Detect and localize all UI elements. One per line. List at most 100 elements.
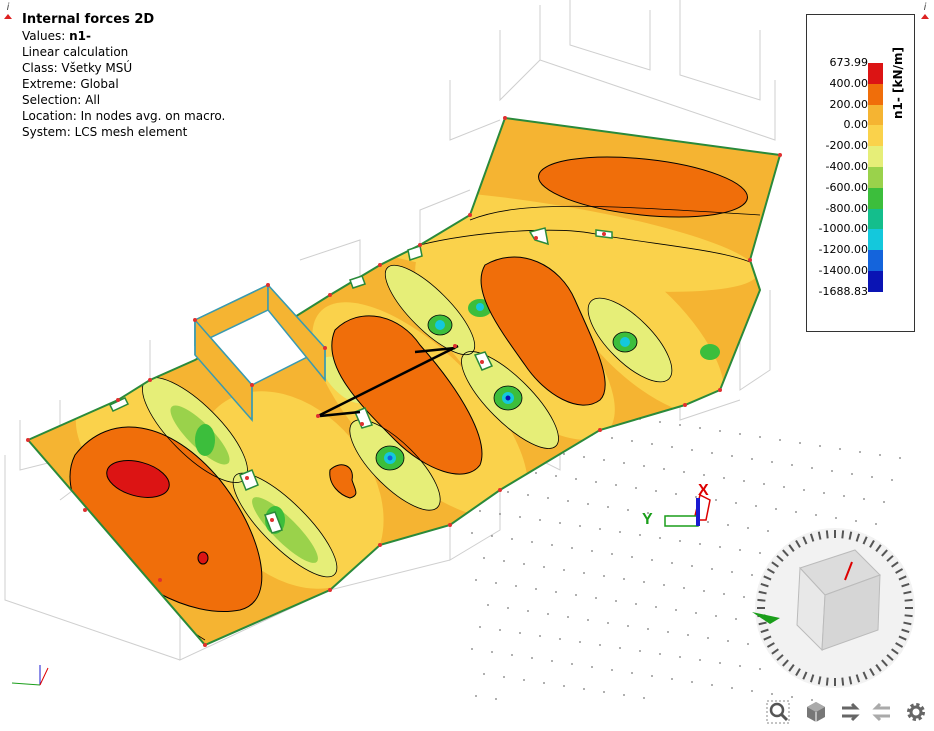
magnifier-icon[interactable] <box>766 700 790 724</box>
grid-dot <box>499 513 501 515</box>
grid-dot <box>875 523 877 525</box>
node-point[interactable] <box>378 263 382 267</box>
grid-dot <box>635 487 637 489</box>
grid-dot <box>643 697 645 699</box>
legend-swatch <box>868 229 883 251</box>
node-point[interactable] <box>328 293 332 297</box>
grid-dot <box>599 644 601 646</box>
node-point[interactable] <box>683 403 687 407</box>
node-point[interactable] <box>778 153 782 157</box>
grid-dot <box>711 684 713 686</box>
node-point[interactable] <box>503 116 507 120</box>
legend-label: -600.00 <box>825 180 868 194</box>
grid-dot <box>815 514 817 516</box>
info-icon-right[interactable]: i <box>920 2 930 20</box>
grid-dot <box>651 675 653 677</box>
grid-dot <box>803 489 805 491</box>
result-title: Internal forces 2D <box>22 12 155 27</box>
node-point[interactable] <box>316 414 320 418</box>
grid-dot <box>523 679 525 681</box>
color-legend[interactable]: n1- [kN/m] 673.99 400.00 200.00 0.00 -200.00… <box>806 14 915 332</box>
node-point[interactable] <box>748 258 752 262</box>
grid-dot <box>671 446 673 448</box>
grid-dot <box>703 590 705 592</box>
grid-dot <box>743 596 745 598</box>
grid-dot <box>695 496 697 498</box>
rotate-back-icon[interactable] <box>838 700 862 724</box>
node-point[interactable] <box>203 643 207 647</box>
node-point[interactable] <box>498 488 502 492</box>
cube-icon[interactable] <box>804 700 828 724</box>
grid-dot <box>771 461 773 463</box>
grid-dot <box>707 637 709 639</box>
node-point[interactable] <box>148 378 152 382</box>
node-point[interactable] <box>468 213 472 217</box>
grid-dot <box>543 682 545 684</box>
node-point[interactable] <box>718 388 722 392</box>
node-point[interactable] <box>602 232 606 236</box>
node-point[interactable] <box>534 236 538 240</box>
node-point[interactable] <box>598 428 602 432</box>
node-point[interactable] <box>245 476 249 480</box>
grid-dot <box>715 615 717 617</box>
grid-dot <box>695 612 697 614</box>
node-point[interactable] <box>250 383 254 387</box>
grid-dot <box>527 494 529 496</box>
grid-dot <box>699 427 701 429</box>
axis-y-label: Y <box>642 511 653 528</box>
node-point[interactable] <box>453 344 457 348</box>
node-point[interactable] <box>26 438 30 442</box>
node-point[interactable] <box>323 346 327 350</box>
grid-dot <box>891 479 893 481</box>
grid-dot <box>759 668 761 670</box>
node-point[interactable] <box>116 398 120 402</box>
node-point[interactable] <box>158 578 162 582</box>
grid-dot <box>639 534 641 536</box>
grid-dot <box>519 632 521 634</box>
grid-dot <box>763 483 765 485</box>
gear-icon[interactable] <box>904 700 928 724</box>
grid-dot <box>775 508 777 510</box>
grid-dot <box>771 693 773 695</box>
system-line: System: LCS mesh element <box>22 125 188 139</box>
navigation-cube[interactable] <box>752 528 915 688</box>
grid-dot <box>503 676 505 678</box>
compass-tick <box>841 530 845 539</box>
node-point[interactable] <box>418 243 422 247</box>
node-point[interactable] <box>328 588 332 592</box>
node-point[interactable] <box>448 523 452 527</box>
node-point[interactable] <box>83 508 87 512</box>
grid-dot <box>479 626 481 628</box>
grid-dot <box>599 528 601 530</box>
grid-dot <box>667 631 669 633</box>
values-line: Values: n1- <box>22 29 91 43</box>
grid-dot <box>767 530 769 532</box>
grid-dot <box>739 433 741 435</box>
info-icon-left[interactable]: i <box>3 2 13 20</box>
grid-dot <box>871 476 873 478</box>
axis-x-label: X <box>698 482 709 499</box>
grid-dot <box>679 424 681 426</box>
grid-dot <box>675 609 677 611</box>
node-point[interactable] <box>480 360 484 364</box>
legend-label: -400.00 <box>825 160 868 173</box>
rotate-forward-icon[interactable] <box>870 700 894 724</box>
node-point[interactable] <box>270 518 274 522</box>
legend-swatch <box>868 104 883 126</box>
node-point[interactable] <box>266 283 270 287</box>
grid-dot <box>655 606 657 608</box>
legend-swatch <box>868 250 883 272</box>
grid-dot <box>727 524 729 526</box>
node-point[interactable] <box>193 318 197 322</box>
grid-dot <box>795 511 797 513</box>
grid-dot <box>731 455 733 457</box>
legend-label: -1400.00 <box>818 264 868 277</box>
grid-dot <box>839 448 841 450</box>
grid-dot <box>627 625 629 627</box>
grid-dot <box>583 572 585 574</box>
grid-dot <box>735 618 737 620</box>
legend-label: -1200.00 <box>818 243 868 257</box>
node-point[interactable] <box>360 422 364 426</box>
grid-dot <box>547 497 549 499</box>
node-point[interactable] <box>378 543 382 547</box>
